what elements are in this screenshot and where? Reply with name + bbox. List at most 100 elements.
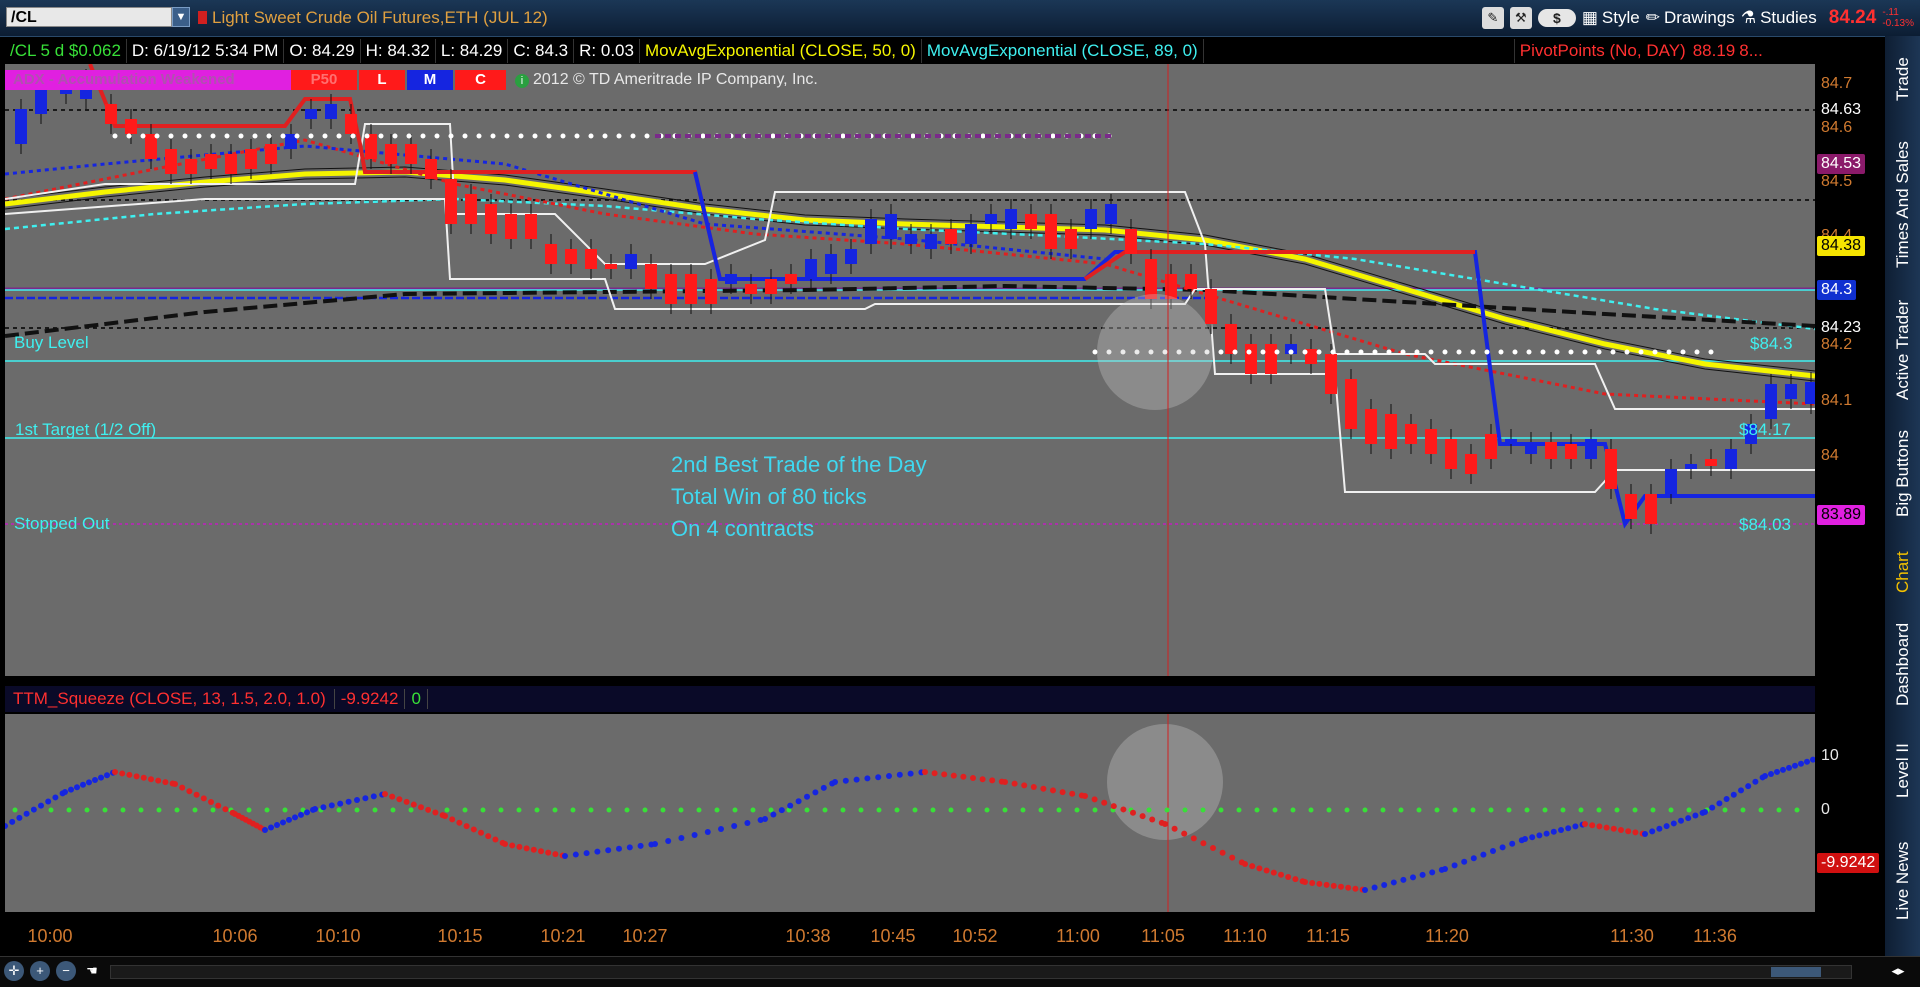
zero-dot [1596, 807, 1602, 813]
down-candle [1065, 229, 1077, 249]
momentum-dot [1419, 871, 1426, 878]
zero-dot [1308, 807, 1314, 813]
dot-marker [574, 133, 580, 139]
zero-dot [444, 807, 450, 813]
momentum-dot [744, 820, 751, 826]
zero-dot [552, 807, 558, 813]
studies-button[interactable]: ⚗ Studies [1741, 8, 1817, 28]
zero-dot [1524, 807, 1530, 813]
dot-marker [532, 133, 538, 139]
down-candle [145, 134, 157, 159]
lower-axis[interactable]: 10 0 -9.9242 [1815, 714, 1885, 912]
hand-icon[interactable]: ☚ [82, 961, 102, 981]
down-candle [165, 149, 177, 174]
zero-dot [804, 807, 810, 813]
momentum-dot [9, 818, 16, 825]
momentum-dot [1589, 822, 1596, 829]
zero-dot [1362, 807, 1368, 813]
zoom-out-icon[interactable]: − [56, 961, 76, 981]
zoom-in-icon[interactable]: + [30, 961, 50, 981]
style-button[interactable]: ▦ Style [1582, 8, 1640, 28]
first-target-label: 1st Target (1/2 Off) [15, 420, 157, 439]
momentum-dot [941, 771, 948, 778]
drawings-button[interactable]: ✏ Drawings [1646, 8, 1735, 28]
down-candle [1265, 344, 1277, 374]
ema89-label[interactable]: MovAvgExponential (CLOSE, 89, 0) [922, 39, 1204, 63]
trade-note-line1: 2nd Best Trade of the Day [671, 452, 927, 477]
momentum-dot [1663, 823, 1670, 830]
down-candle [1045, 214, 1057, 249]
right-sidebar: Trade Times And Sales Active Trader Big But… [1885, 36, 1920, 956]
sidebar-tab-dashboard[interactable]: Dashboard [1885, 616, 1920, 712]
momentum-dot [1642, 831, 1648, 837]
dollar-button[interactable]: $ [1537, 9, 1576, 27]
last-price: 84.24 [1828, 7, 1877, 28]
sidebar-tab-times-and-sales[interactable]: Times And Sales [1885, 126, 1920, 284]
flask-icon: ⚗ [1740, 8, 1757, 27]
m-label[interactable]: M [407, 70, 453, 90]
momentum-dot [280, 819, 286, 826]
momentum-dot [274, 821, 280, 828]
info-icon[interactable]: i [515, 74, 529, 88]
momentum-dot [418, 804, 424, 811]
momentum-dot [298, 811, 304, 818]
momentum-dot [320, 804, 327, 811]
momentum-dot [1798, 760, 1804, 767]
zero-dot [1686, 807, 1692, 813]
c-label[interactable]: C [455, 70, 506, 90]
crosshair-icon[interactable]: ✛ [4, 961, 24, 981]
time-label: 10:38 [785, 926, 831, 946]
expand-icon[interactable]: ◂▸ [1888, 961, 1908, 981]
zero-dot [156, 807, 162, 813]
down-candle [1545, 442, 1557, 459]
zero-dot [606, 807, 612, 813]
momentum-dot [1292, 876, 1299, 883]
dot-marker [1610, 349, 1616, 355]
zero-dot [1002, 807, 1008, 813]
wrench-icon[interactable]: ⚒ [1509, 7, 1532, 29]
sidebar-tab-chart[interactable]: Chart [1885, 540, 1920, 604]
l-label[interactable]: L [359, 70, 405, 90]
sidebar-tab-active-trader[interactable]: Active Trader [1885, 292, 1920, 408]
dot-marker [518, 133, 524, 139]
scroll-thumb[interactable] [1771, 967, 1821, 977]
dot-marker [364, 133, 370, 139]
momentum-dot [1316, 880, 1323, 887]
ttm-squeeze-label[interactable]: TTM_Squeeze (CLOSE, 13, 1.5, 2.0, 1.0) [5, 689, 334, 709]
sidebar-tab-level-ii[interactable]: Level II [1885, 726, 1920, 816]
symbol-dropdown-button[interactable]: ▼ [172, 7, 190, 27]
zero-dot [1254, 807, 1260, 813]
momentum-dot [1558, 827, 1564, 833]
momentum-dot [200, 795, 207, 802]
sidebar-tab-big-buttons[interactable]: Big Buttons [1885, 416, 1920, 532]
momentum-dot [442, 813, 448, 819]
sidebar-tab-live-news[interactable]: Live News [1885, 826, 1920, 936]
study-legend: ADX - Accumulation Weakened P50 L M C [5, 70, 506, 90]
dot-marker [1316, 349, 1322, 355]
tools-icon[interactable]: ✎ [1481, 7, 1504, 29]
price-chart[interactable]: Buy Level 1st Target (1/2 Off) Stopped O… [5, 64, 1815, 676]
zero-dot [1560, 807, 1566, 813]
horizontal-scrollbar[interactable] [110, 965, 1852, 979]
ttm-squeeze-chart[interactable] [5, 714, 1815, 912]
momentum-dot [30, 806, 37, 813]
symbol-input[interactable]: /CL [6, 7, 172, 27]
momentum-dot [68, 786, 74, 793]
down-candle [1205, 289, 1217, 324]
momentum-dot [1780, 766, 1786, 773]
period-info[interactable]: /CL 5 d $0.062 [5, 39, 127, 63]
adx-label[interactable]: ADX - Accumulation Weakened [5, 70, 291, 90]
time-axis[interactable]: 10:00 10:06 10:10 10:15 10:21 10:27 10:38 10:45… [5, 912, 1815, 956]
ema50-label[interactable]: MovAvgExponential (CLOSE, 50, 0) [640, 39, 922, 63]
down-candle [1245, 344, 1257, 374]
momentum-dot [820, 784, 827, 791]
pivot-label[interactable]: PivotPoints (No, DAY) [1515, 39, 1691, 63]
dot-marker [1540, 349, 1546, 355]
p50-label[interactable]: P50 [291, 70, 357, 90]
sidebar-tab-trade[interactable]: Trade [1885, 44, 1920, 114]
momentum-dot [5, 823, 8, 829]
up-candle [985, 214, 997, 224]
price-axis[interactable]: 84.784.684.584.484.284.18484.6384.5384.3… [1815, 64, 1885, 676]
momentum-dot [1302, 879, 1308, 885]
dot-marker [644, 133, 650, 139]
